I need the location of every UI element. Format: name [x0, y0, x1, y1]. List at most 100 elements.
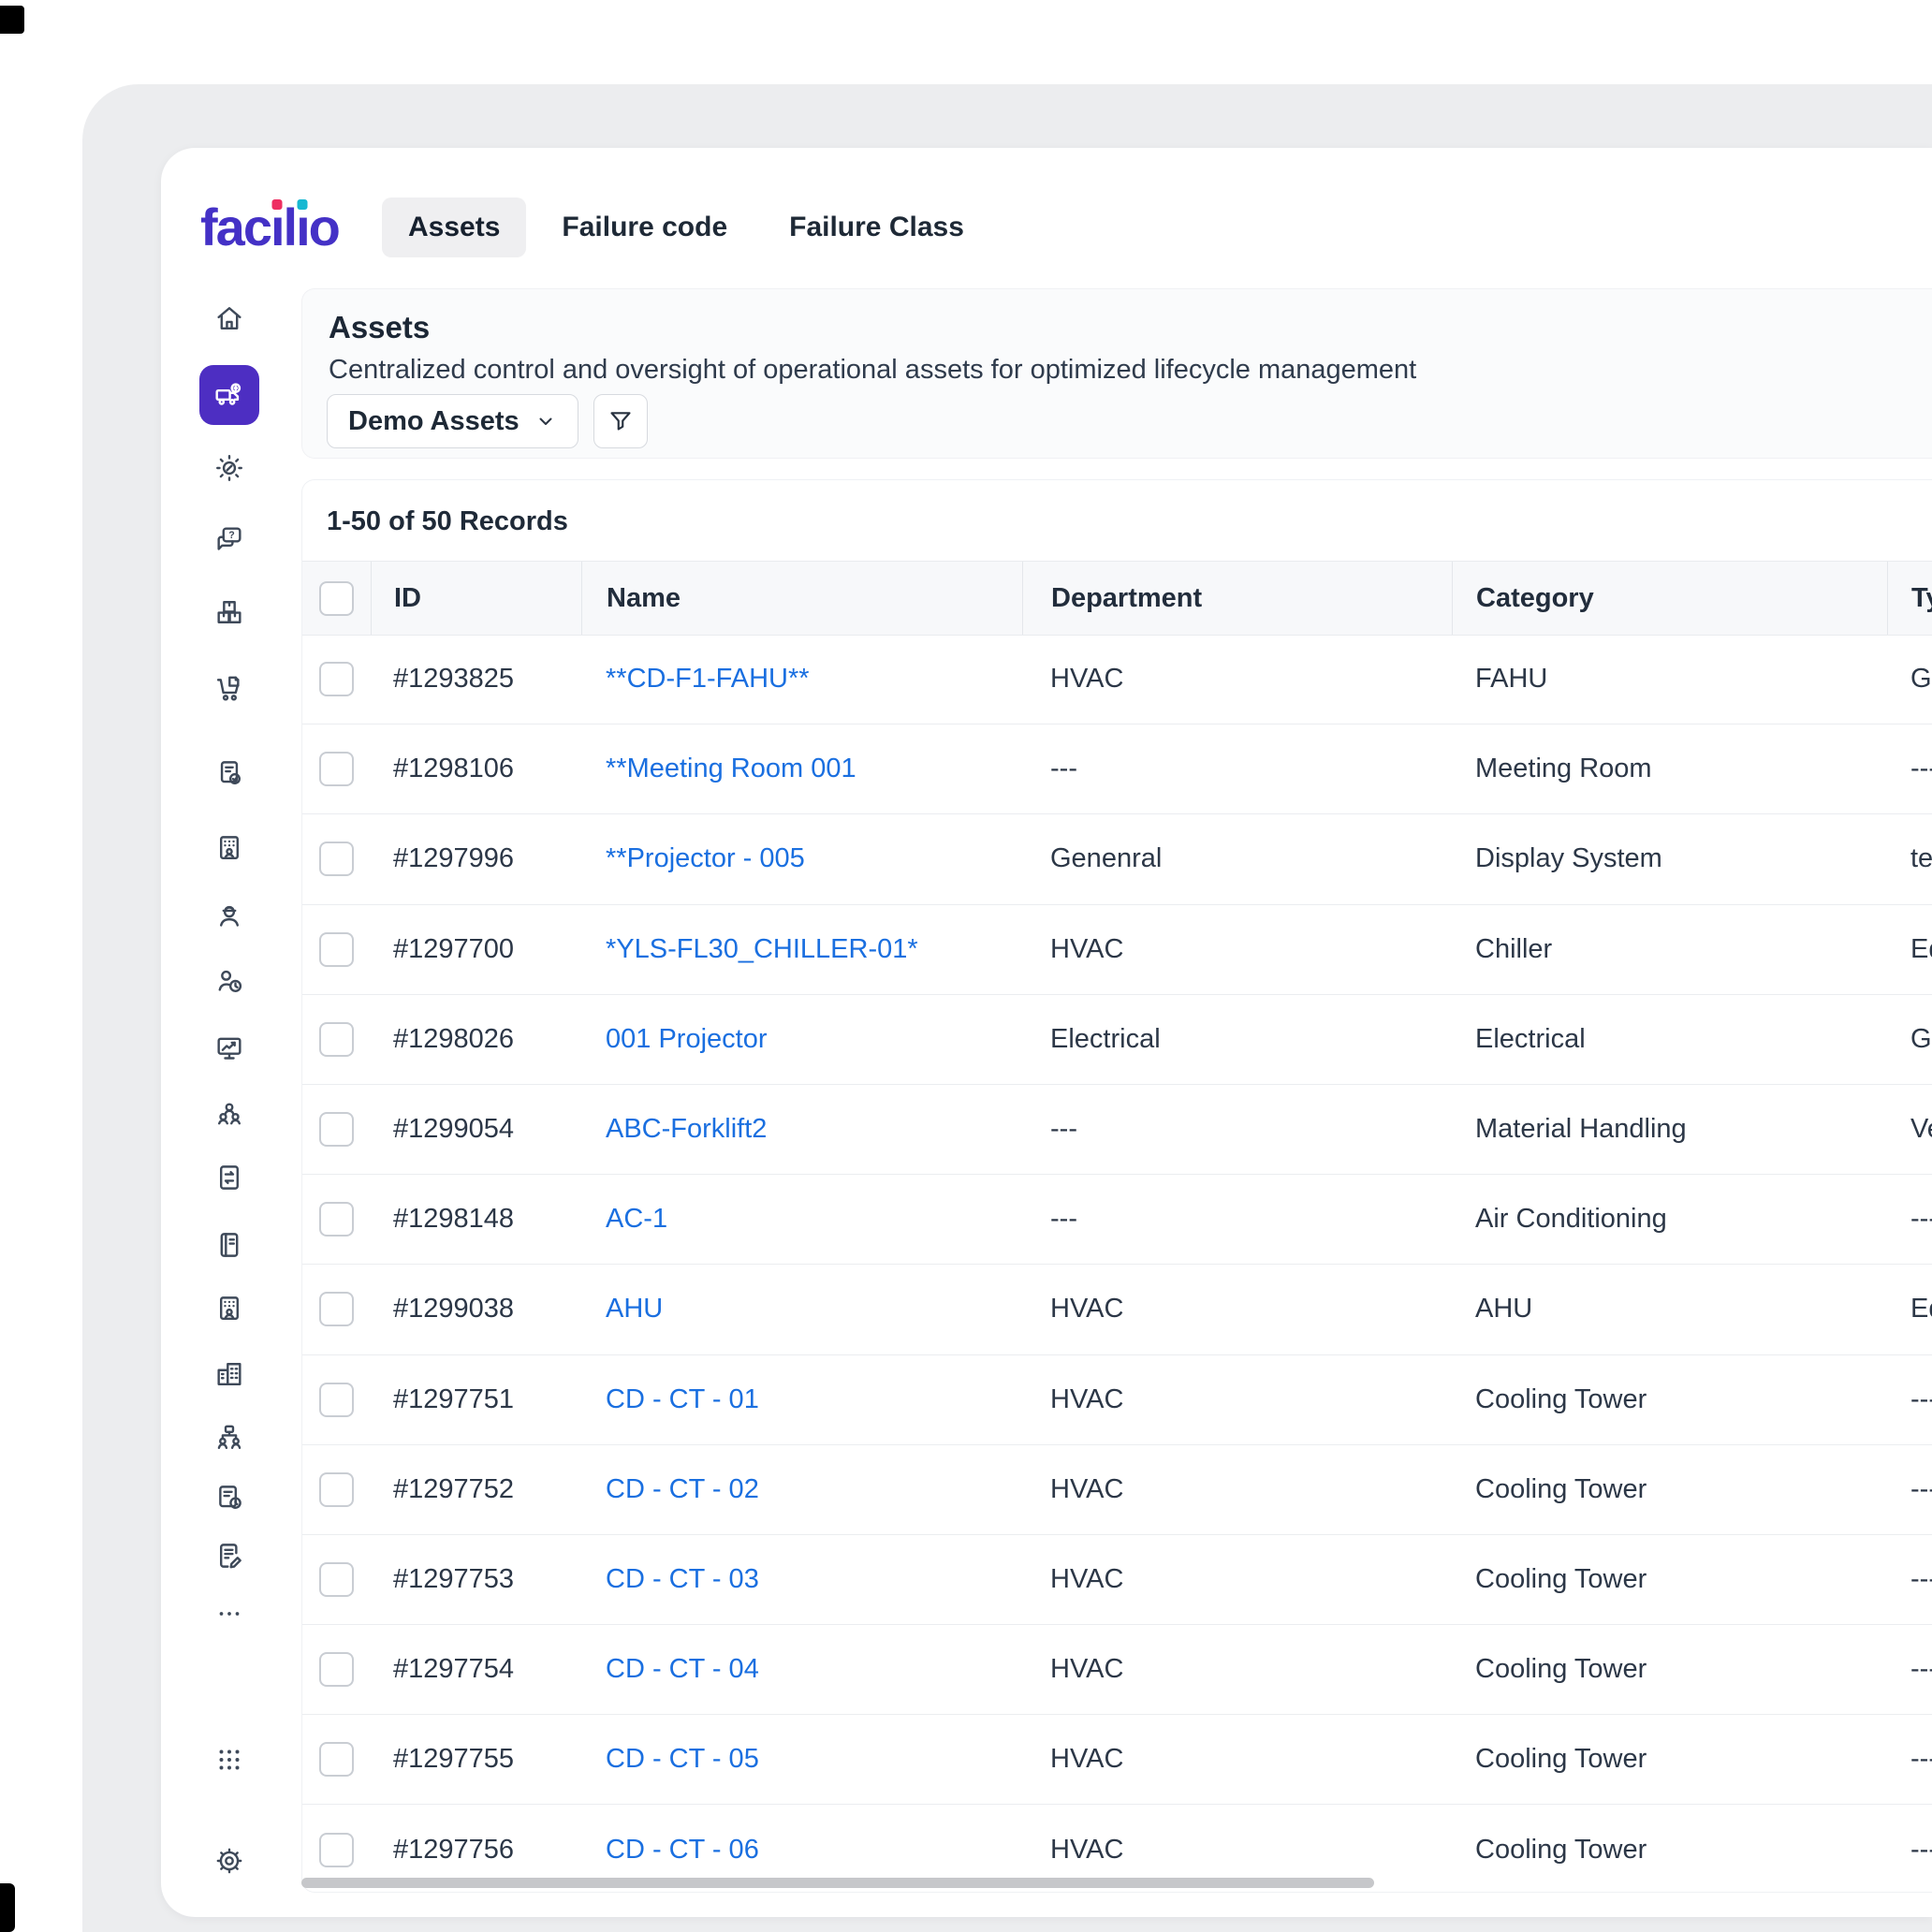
table-row[interactable]: #1297700 *YLS-FL30_CHILLER-01* HVAC Chil…	[302, 905, 1932, 995]
page-title: Assets	[329, 310, 430, 345]
cell-department: ---	[1022, 1114, 1452, 1145]
home-icon	[213, 302, 245, 334]
row-checkbox[interactable]	[319, 752, 354, 786]
cell-name-link[interactable]: CD - CT - 06	[581, 1835, 1022, 1866]
row-checkbox[interactable]	[319, 662, 354, 696]
column-header-id[interactable]: ID	[371, 562, 581, 635]
view-selector-button[interactable]: Demo Assets	[327, 394, 578, 448]
sidebar-item-drafts[interactable]	[199, 1526, 259, 1586]
horizontal-scrollbar[interactable]	[301, 1878, 1374, 1888]
column-header-category[interactable]: Category	[1452, 562, 1887, 635]
cell-id: #1299054	[371, 1114, 581, 1145]
cell-category: Material Handling	[1452, 1114, 1887, 1145]
sidebar-item-assets[interactable]	[199, 365, 259, 425]
cell-name-link[interactable]: **Projector - 005	[581, 843, 1022, 874]
row-checkbox[interactable]	[319, 1383, 354, 1417]
view-selector-label: Demo Assets	[348, 406, 520, 437]
row-checkbox[interactable]	[319, 1202, 354, 1237]
cell-name-link[interactable]: CD - CT - 01	[581, 1384, 1022, 1415]
table-row[interactable]: #1297754 CD - CT - 04 HVAC Cooling Tower…	[302, 1625, 1932, 1715]
sidebar-item-apps[interactable]	[199, 1730, 259, 1790]
sidebar-item-maintenance[interactable]	[199, 438, 259, 498]
table-row[interactable]: #1298106 **Meeting Room 001 --- Meeting …	[302, 724, 1932, 814]
cell-category: Cooling Tower	[1452, 1564, 1887, 1595]
tab-assets[interactable]: Assets	[382, 198, 526, 257]
row-checkbox[interactable]	[319, 1652, 354, 1687]
table-row[interactable]: #1297755 CD - CT - 05 HVAC Cooling Tower…	[302, 1715, 1932, 1805]
table-row[interactable]: #1297751 CD - CT - 01 HVAC Cooling Tower…	[302, 1355, 1932, 1445]
sidebar-item-teams[interactable]	[199, 1084, 259, 1144]
cell-id: #1297752	[371, 1474, 581, 1505]
table-row[interactable]: #1297753 CD - CT - 03 HVAC Cooling Tower…	[302, 1535, 1932, 1625]
sidebar-item-procurement[interactable]	[199, 659, 259, 719]
row-checkbox[interactable]	[319, 1292, 354, 1326]
column-header-department[interactable]: Department	[1022, 562, 1452, 635]
sidebar-item-home[interactable]	[199, 288, 259, 348]
sidebar-item-org-chart[interactable]	[199, 1408, 259, 1468]
column-header-type[interactable]: Ty	[1887, 562, 1932, 635]
sidebar-item-tenants[interactable]	[199, 818, 259, 878]
table-row[interactable]: #1298026 001 Projector Electrical Electr…	[302, 995, 1932, 1085]
cell-name-link[interactable]: **CD-F1-FAHU**	[581, 664, 1022, 695]
filter-button[interactable]	[593, 394, 648, 448]
cell-name-link[interactable]: CD - CT - 04	[581, 1654, 1022, 1685]
row-checkbox[interactable]	[319, 1022, 354, 1057]
row-checkbox[interactable]	[319, 1472, 354, 1507]
tab-failure-code[interactable]: Failure code	[535, 198, 754, 257]
table-row[interactable]: #1297752 CD - CT - 02 HVAC Cooling Tower…	[302, 1445, 1932, 1535]
cell-name-link[interactable]: CD - CT - 05	[581, 1744, 1022, 1775]
cell-category: Cooling Tower	[1452, 1384, 1887, 1415]
table-row[interactable]: #1293825 **CD-F1-FAHU** HVAC FAHU Ge	[302, 635, 1932, 724]
sidebar-item-more[interactable]	[199, 1584, 259, 1644]
row-checkbox[interactable]	[319, 842, 354, 876]
sidebar-item-inventory[interactable]	[199, 582, 259, 642]
sidebar-item-transfers[interactable]	[199, 1148, 259, 1208]
table-row[interactable]: #1297996 **Projector - 005 Genenral Disp…	[302, 814, 1932, 904]
row-checkbox[interactable]	[319, 932, 354, 967]
cell-type: Ge	[1887, 664, 1932, 695]
cell-type: ---	[1887, 1564, 1932, 1595]
cell-name-link[interactable]: AHU	[581, 1294, 1022, 1325]
facilio-logo[interactable]: facılıo	[200, 193, 339, 260]
cell-name-link[interactable]: **Meeting Room 001	[581, 754, 1022, 784]
cell-name-link[interactable]: CD - CT - 02	[581, 1474, 1022, 1505]
table-row[interactable]: #1299054 ABC-Forklift2 --- Material Hand…	[302, 1085, 1932, 1175]
cell-type: ---	[1887, 1744, 1932, 1775]
row-checkbox[interactable]	[319, 1562, 354, 1597]
sidebar-item-attendance[interactable]	[199, 951, 259, 1011]
cell-department: HVAC	[1022, 664, 1452, 695]
cell-name-link[interactable]: CD - CT - 03	[581, 1564, 1022, 1595]
sidebar-item-purchase-orders[interactable]	[199, 743, 259, 803]
cell-name-link[interactable]: *YLS-FL30_CHILLER-01*	[581, 934, 1022, 965]
cell-type: tes	[1887, 843, 1932, 874]
cell-department: HVAC	[1022, 1294, 1452, 1325]
cell-category: Cooling Tower	[1452, 1744, 1887, 1775]
column-header-name[interactable]: Name	[581, 562, 1022, 635]
cell-id: #1297755	[371, 1744, 581, 1775]
inventory-icon	[213, 596, 245, 628]
header-controls: Demo Assets	[327, 394, 648, 448]
sidebar-item-workforce[interactable]	[199, 886, 259, 945]
cell-name-link[interactable]: AC-1	[581, 1204, 1022, 1235]
sidebar-item-help[interactable]: ?	[199, 509, 259, 569]
cell-name-link[interactable]: 001 Projector	[581, 1024, 1022, 1055]
sidebar-item-visitors[interactable]	[199, 1279, 259, 1339]
row-checkbox[interactable]	[319, 1742, 354, 1777]
sidebar-item-kiosk[interactable]	[199, 1215, 259, 1275]
select-all-checkbox[interactable]	[319, 581, 354, 616]
analytics-icon	[213, 1032, 245, 1064]
assets-table-panel: 1-50 of 50 Records ID Name Department Ca…	[301, 479, 1932, 1893]
sidebar-item-history-docs[interactable]	[199, 1468, 259, 1528]
settings-icon	[213, 1845, 245, 1877]
tab-failure-class[interactable]: Failure Class	[763, 198, 990, 257]
cell-id: #1293825	[371, 664, 581, 695]
sidebar-item-facilities[interactable]	[199, 1344, 259, 1404]
cell-name-link[interactable]: ABC-Forklift2	[581, 1114, 1022, 1145]
org-chart-icon	[213, 1422, 245, 1454]
row-checkbox[interactable]	[319, 1112, 354, 1147]
sidebar-item-analytics[interactable]	[199, 1018, 259, 1078]
table-row[interactable]: #1299038 AHU HVAC AHU Eq	[302, 1265, 1932, 1354]
row-checkbox[interactable]	[319, 1833, 354, 1867]
sidebar-item-settings[interactable]	[199, 1831, 259, 1891]
table-row[interactable]: #1298148 AC-1 --- Air Conditioning ---	[302, 1175, 1932, 1265]
